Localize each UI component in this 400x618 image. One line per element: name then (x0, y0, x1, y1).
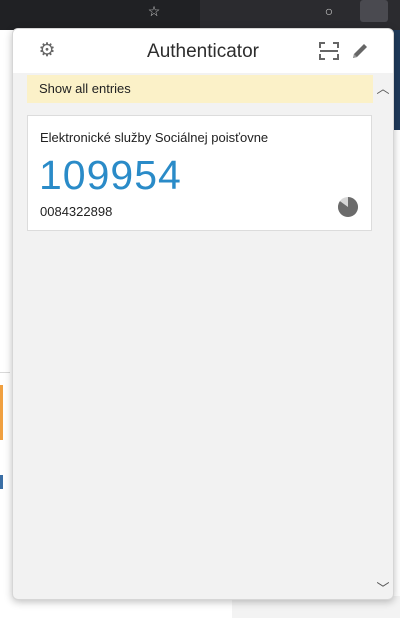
countdown-pie-icon (338, 197, 358, 217)
popup-header: ⚙ Authenticator (13, 29, 393, 73)
entry-issuer: Elektronické služby Sociálnej poisťovne (40, 130, 269, 145)
browser-tab-strip (0, 0, 200, 30)
browser-toolbar: ☆ ○ (0, 0, 400, 30)
authenticator-popup: ⚙ Authenticator Show all entries ︿ Elekt… (12, 28, 394, 600)
otp-entry[interactable]: Elektronické služby Sociálnej poisťovne … (27, 115, 372, 231)
background-divider (0, 372, 10, 373)
entry-account: 0084322898 (40, 204, 113, 219)
bookmark-icon[interactable]: ☆ (143, 2, 165, 20)
show-all-entries-button[interactable]: Show all entries (27, 75, 373, 103)
extension-button[interactable] (360, 0, 388, 22)
otp-code[interactable]: 109954 (39, 152, 182, 199)
account-icon[interactable]: ○ (318, 2, 340, 20)
chevron-down-icon[interactable]: ﹀ (375, 581, 391, 597)
chevron-up-icon[interactable]: ︿ (375, 81, 391, 97)
background-accent (0, 475, 3, 489)
background-accent (0, 385, 3, 440)
scan-qr-icon[interactable] (319, 42, 339, 60)
pencil-icon[interactable] (350, 41, 370, 61)
